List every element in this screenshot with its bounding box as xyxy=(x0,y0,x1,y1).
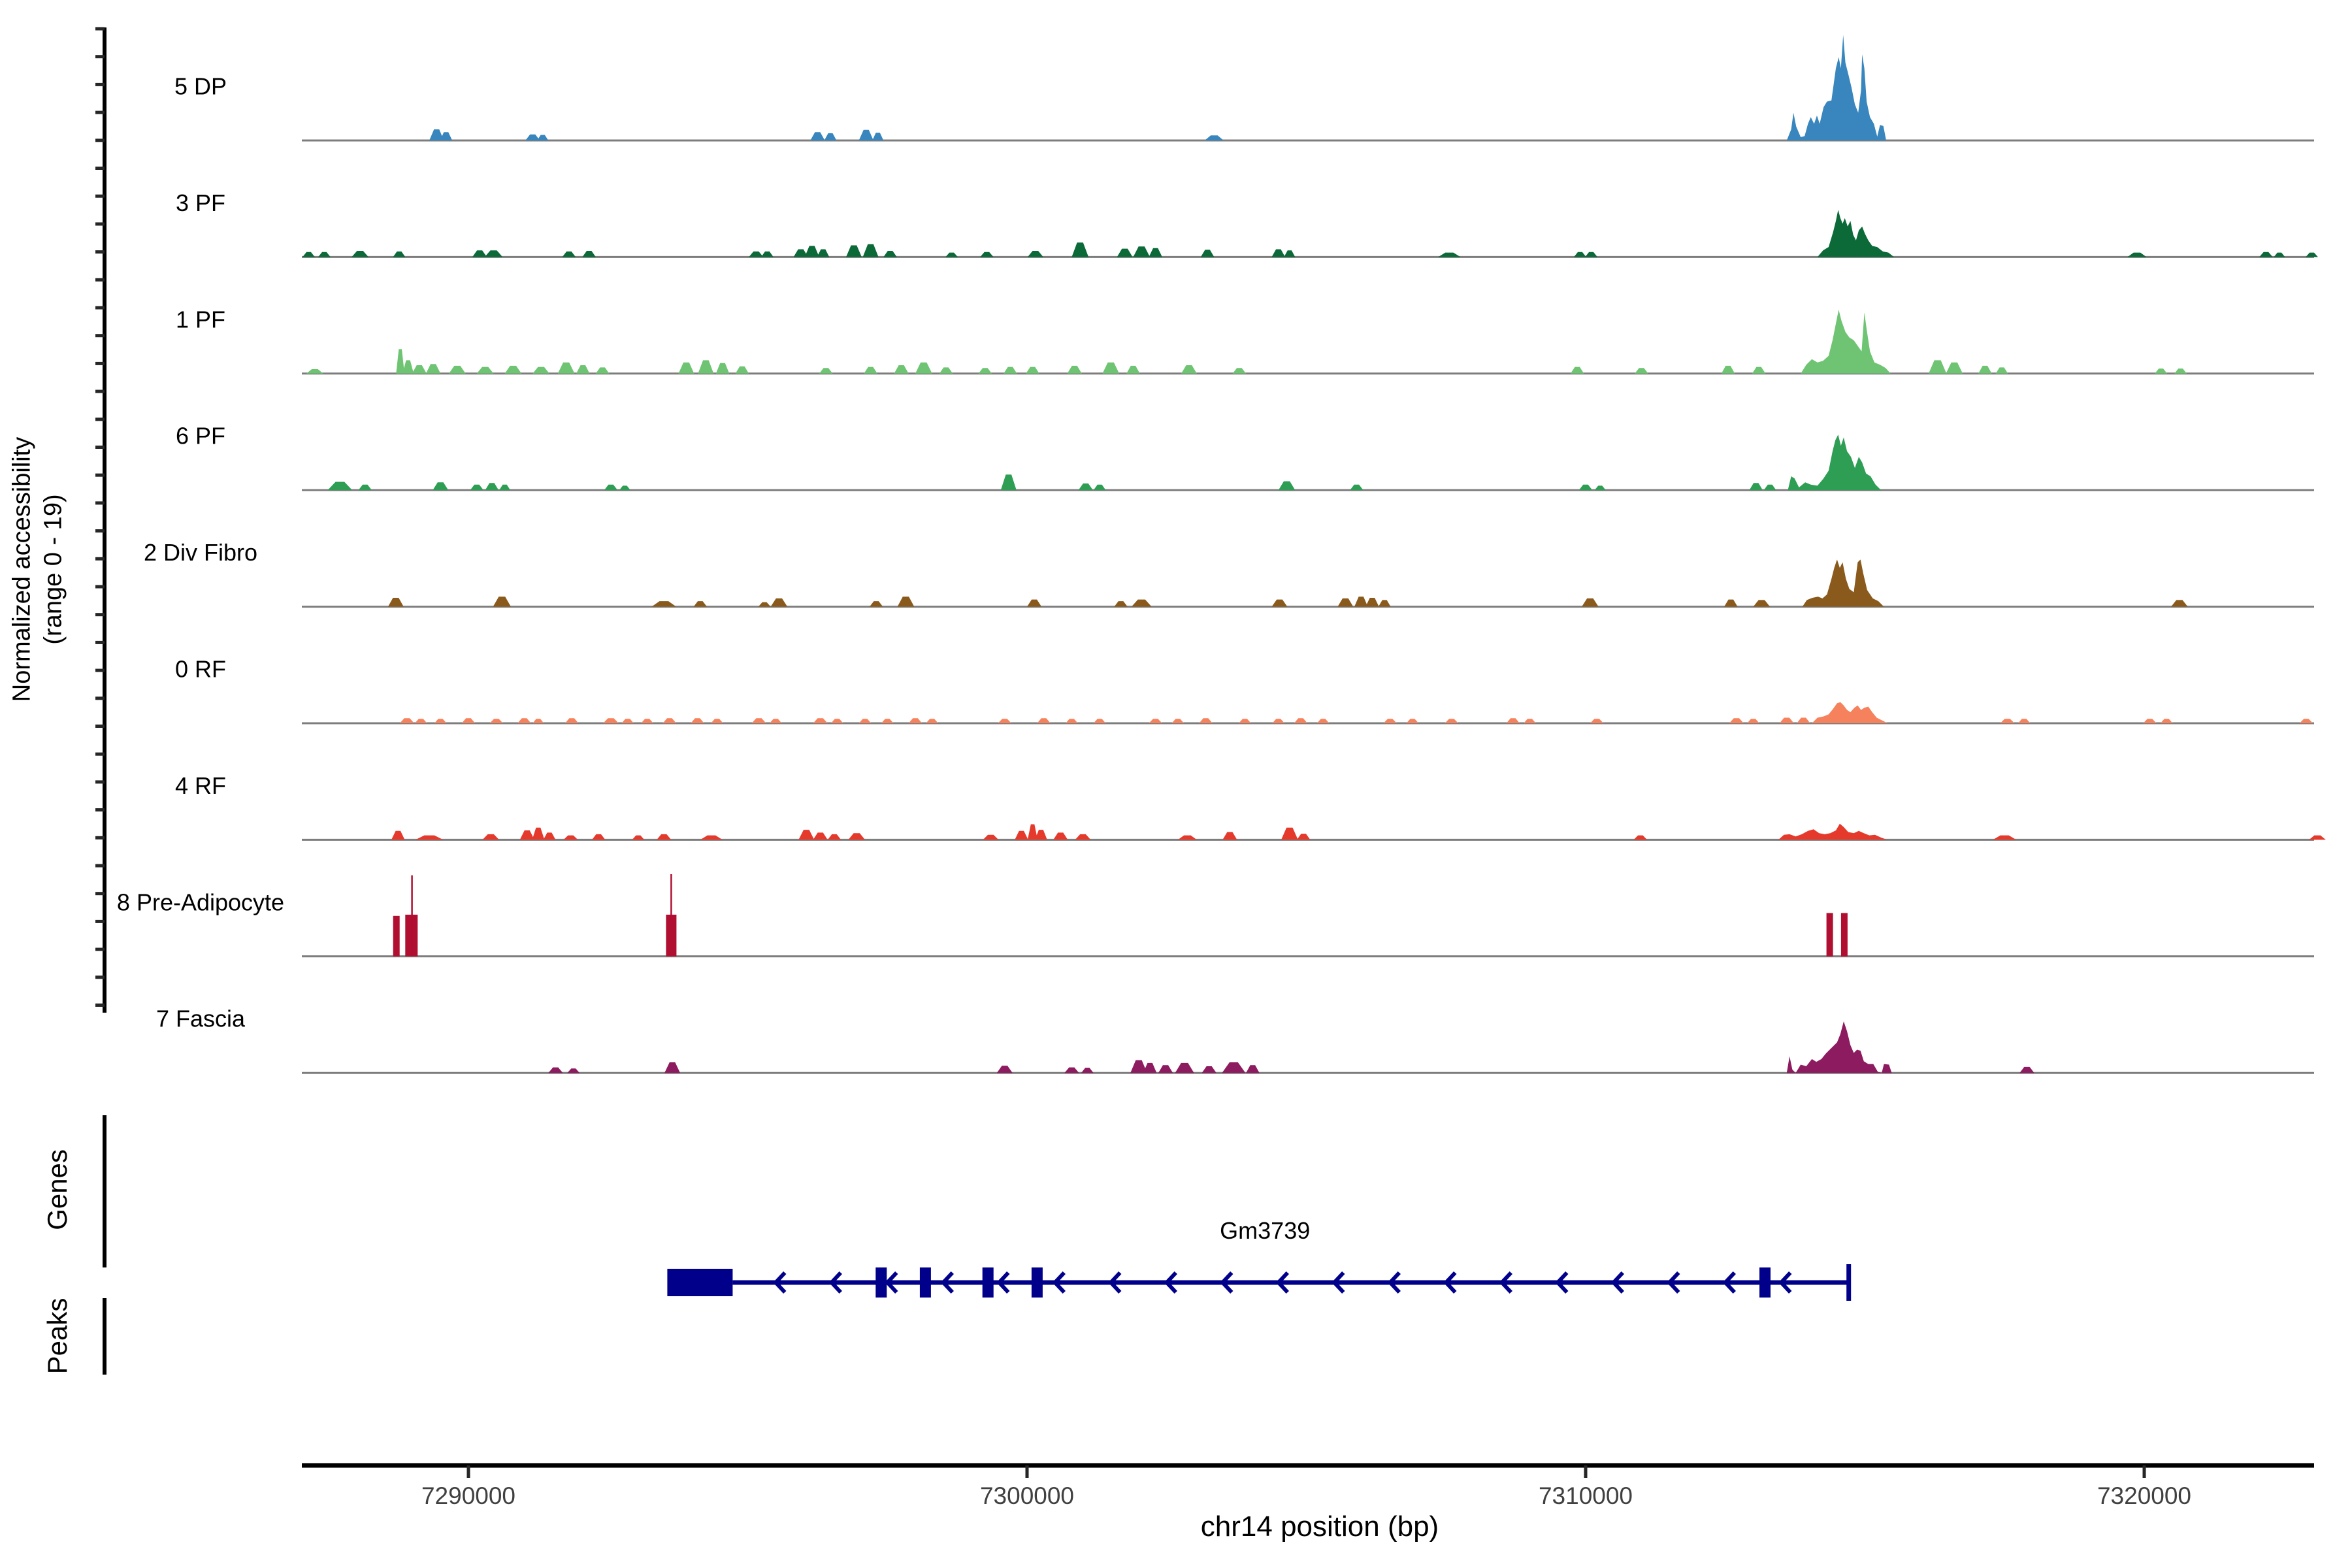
track-label: 8 Pre-Adipocyte xyxy=(117,889,284,915)
gene-exon-tick xyxy=(983,1267,994,1298)
x-axis-tick-label: 7300000 xyxy=(980,1482,1074,1509)
y-axis-label: Normalized accessibility (range 0 - 19) xyxy=(7,361,69,779)
peaks-panel-label: Peaks xyxy=(42,1238,73,1434)
track-signal-bar xyxy=(1841,913,1848,956)
gene-exon-tick xyxy=(1759,1267,1771,1298)
track-signal-bar xyxy=(1827,913,1833,956)
x-axis-tick-label: 7290000 xyxy=(421,1482,515,1509)
track-signal-bar xyxy=(393,916,400,956)
x-axis-title: chr14 position (bp) xyxy=(1098,1511,1542,1543)
gene-exon-tick xyxy=(1032,1267,1043,1298)
track-label: 5 DP xyxy=(174,73,227,100)
gene-name-label: Gm3739 xyxy=(1220,1217,1310,1244)
track-label: 7 Fascia xyxy=(156,1005,246,1032)
coverage-plot-svg: 5 DP 3 PF 1 PF 6 PF 2 Div Fibro 0 RF 4 RF 8 Pre… xyxy=(0,0,2352,1568)
track-label: 3 PF xyxy=(176,189,225,216)
track-label: 1 PF xyxy=(176,306,225,333)
y-axis-label-line1: Normalized accessibility xyxy=(8,437,36,702)
gene-end-bar xyxy=(1846,1264,1851,1301)
x-axis-tick-label: 7320000 xyxy=(2097,1482,2191,1509)
x-axis-tick-label: 7310000 xyxy=(1539,1482,1633,1509)
track-label: 6 PF xyxy=(176,423,225,449)
gene-exon-tick xyxy=(920,1267,931,1298)
plot-background xyxy=(0,0,2352,1568)
track-label: 2 Div Fibro xyxy=(144,539,257,566)
gene-utr-box xyxy=(667,1269,732,1296)
track-label: 4 RF xyxy=(175,772,226,799)
genome-coverage-figure: 5 DP 3 PF 1 PF 6 PF 2 Div Fibro 0 RF 4 RF 8 Pre… xyxy=(0,0,2352,1568)
y-axis-label-line2: (range 0 - 19) xyxy=(39,494,67,644)
track-label: 0 RF xyxy=(175,656,226,683)
